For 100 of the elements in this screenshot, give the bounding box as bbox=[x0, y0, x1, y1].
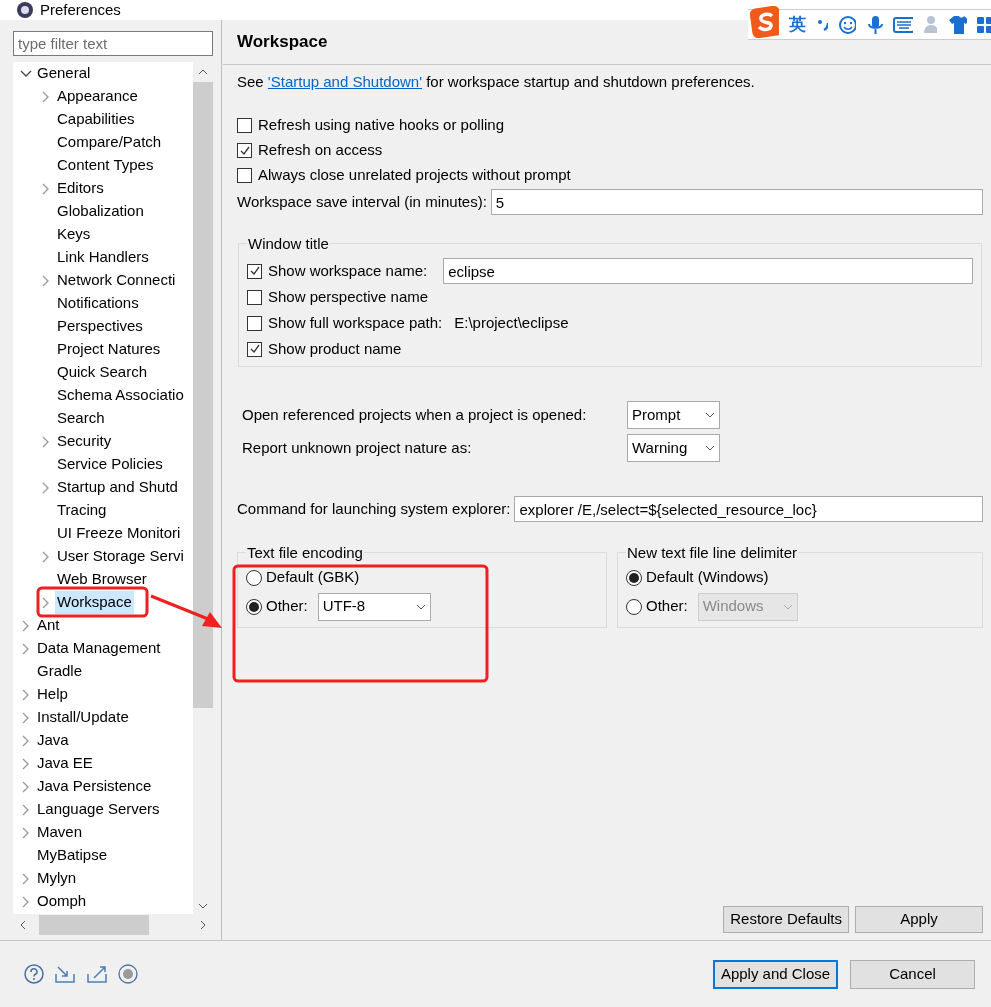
tree-item[interactable]: Java bbox=[35, 729, 71, 752]
page-title: Workspace bbox=[237, 31, 328, 54]
checkbox[interactable] bbox=[247, 315, 262, 331]
chevron-right-icon[interactable] bbox=[21, 642, 31, 655]
checkbox[interactable] bbox=[237, 118, 252, 133]
chevron-right-icon[interactable] bbox=[21, 688, 31, 701]
chevron-right-icon[interactable] bbox=[21, 780, 31, 793]
tree-item[interactable]: Mylyn bbox=[35, 867, 79, 890]
help-icon[interactable] bbox=[24, 964, 44, 984]
checkbox[interactable] bbox=[237, 168, 252, 183]
grid-icon[interactable] bbox=[976, 16, 991, 33]
tree-item[interactable]: User Storage Servi bbox=[55, 545, 186, 568]
chevron-right-icon[interactable] bbox=[21, 757, 31, 770]
explorer-command-field[interactable]: explorer /E,/select=${selected_resource_loc} bbox=[514, 496, 983, 522]
chevron-right-icon[interactable] bbox=[41, 481, 51, 494]
tree-item[interactable]: Workspace bbox=[55, 591, 134, 614]
tree-item[interactable]: Web Browser bbox=[55, 568, 149, 591]
chevron-right-icon[interactable] bbox=[21, 872, 31, 885]
chevron-right-icon[interactable] bbox=[21, 734, 31, 747]
ime-logo-icon[interactable] bbox=[750, 5, 779, 38]
dropdown[interactable]: Warning bbox=[627, 434, 720, 462]
radio-button[interactable] bbox=[246, 598, 262, 615]
chevron-right-icon[interactable] bbox=[41, 90, 51, 103]
dropdown[interactable]: UTF-8 bbox=[317, 592, 431, 621]
smiley-icon[interactable] bbox=[838, 14, 857, 35]
checkbox[interactable] bbox=[247, 341, 262, 357]
scroll-up-icon[interactable] bbox=[198, 68, 208, 76]
chevron-right-icon[interactable] bbox=[41, 274, 51, 287]
keyboard-icon[interactable] bbox=[893, 15, 914, 34]
tree-item[interactable]: Search bbox=[55, 407, 107, 430]
shirt-icon[interactable] bbox=[947, 14, 967, 35]
tree-item[interactable]: MyBatipse bbox=[35, 844, 110, 867]
tree-item[interactable]: Data Management bbox=[35, 637, 163, 660]
startup-link[interactable]: 'Startup and Shutdown' bbox=[267, 73, 423, 90]
tree-item[interactable]: Service Policies bbox=[55, 453, 165, 476]
interval-field[interactable]: 5 bbox=[490, 189, 983, 215]
checkbox[interactable] bbox=[247, 289, 262, 305]
tree-item[interactable]: Link Handlers bbox=[55, 246, 151, 269]
filter-field[interactable]: type filter text bbox=[13, 31, 213, 56]
tree-item[interactable]: Capabilities bbox=[55, 108, 137, 131]
tree-item[interactable]: Quick Search bbox=[55, 361, 150, 384]
checkbox-label: Show perspective name bbox=[268, 286, 429, 307]
scrollbar-thumb[interactable] bbox=[39, 915, 149, 935]
microphone-icon[interactable] bbox=[866, 14, 884, 35]
dropdown[interactable]: Prompt bbox=[627, 401, 720, 429]
dialog-button[interactable]: Apply and Close bbox=[713, 959, 838, 989]
checkbox[interactable] bbox=[237, 143, 252, 158]
checkbox[interactable] bbox=[247, 263, 262, 279]
tree-item[interactable]: Editors bbox=[55, 177, 106, 200]
scroll-down-icon[interactable] bbox=[198, 902, 208, 910]
chevron-right-icon[interactable] bbox=[21, 711, 31, 724]
tree-item[interactable]: Appearance bbox=[55, 85, 140, 108]
tree-item[interactable]: UI Freeze Monitori bbox=[55, 522, 183, 545]
import-icon[interactable] bbox=[54, 964, 76, 984]
chevron-right-icon[interactable] bbox=[41, 435, 51, 448]
page-button[interactable]: Apply bbox=[855, 906, 983, 933]
tree-item[interactable]: Install/Update bbox=[35, 706, 131, 729]
tree-item[interactable]: Notifications bbox=[55, 292, 141, 315]
chevron-right-icon[interactable] bbox=[41, 596, 51, 609]
chevron-right-icon[interactable] bbox=[21, 803, 31, 816]
field-label: Command for launching system explorer: bbox=[237, 498, 511, 519]
tree-item[interactable]: Help bbox=[35, 683, 70, 706]
tree-item[interactable]: Network Connecti bbox=[55, 269, 178, 292]
tree-item[interactable]: Compare/Patch bbox=[55, 131, 164, 154]
chevron-right-icon[interactable] bbox=[21, 619, 31, 632]
tree-item[interactable]: Language Servers bbox=[35, 798, 162, 821]
scroll-left-icon[interactable] bbox=[19, 920, 27, 930]
page-button[interactable]: Restore Defaults bbox=[723, 906, 849, 933]
tree-item[interactable]: Perspectives bbox=[55, 315, 145, 338]
chevron-right-icon[interactable] bbox=[21, 826, 31, 839]
tree-item[interactable]: Tracing bbox=[55, 499, 109, 522]
workspace-name-field[interactable]: eclipse bbox=[443, 258, 973, 284]
chevron-down-icon[interactable] bbox=[20, 68, 32, 79]
scrollbar-thumb[interactable] bbox=[193, 82, 213, 708]
tree-item[interactable]: Schema Associatio bbox=[55, 384, 186, 407]
tree-item[interactable]: Maven bbox=[35, 821, 85, 844]
tree-item[interactable]: General bbox=[35, 62, 93, 85]
tree-item[interactable]: Keys bbox=[55, 223, 93, 246]
dialog-button[interactable]: Cancel bbox=[850, 959, 975, 989]
language-toggle[interactable]: 英 bbox=[788, 11, 806, 38]
tree-item[interactable]: Oomph bbox=[35, 890, 89, 913]
radio-button[interactable] bbox=[626, 569, 642, 586]
export-icon[interactable] bbox=[86, 964, 108, 984]
checkbox-label: Show product name bbox=[268, 338, 402, 359]
chevron-right-icon[interactable] bbox=[41, 182, 51, 195]
tree-item[interactable]: Globalization bbox=[55, 200, 146, 223]
tree-item[interactable]: Java Persistence bbox=[35, 775, 154, 798]
record-icon[interactable] bbox=[118, 964, 138, 984]
chevron-right-icon[interactable] bbox=[41, 550, 51, 563]
radio-button[interactable] bbox=[246, 569, 262, 586]
chevron-down-icon bbox=[705, 412, 715, 418]
tree-item[interactable]: Ant bbox=[35, 614, 62, 637]
scroll-right-icon[interactable] bbox=[199, 920, 207, 930]
chevron-right-icon[interactable] bbox=[21, 895, 31, 908]
tree-item[interactable]: Java EE bbox=[35, 752, 95, 775]
tree-item[interactable]: Content Types bbox=[55, 154, 156, 177]
tree-item[interactable]: Gradle bbox=[35, 660, 85, 683]
tree-item[interactable]: Security bbox=[55, 430, 114, 453]
tree-item[interactable]: Project Natures bbox=[55, 338, 163, 361]
tree-item[interactable]: Startup and Shutd bbox=[55, 476, 180, 499]
